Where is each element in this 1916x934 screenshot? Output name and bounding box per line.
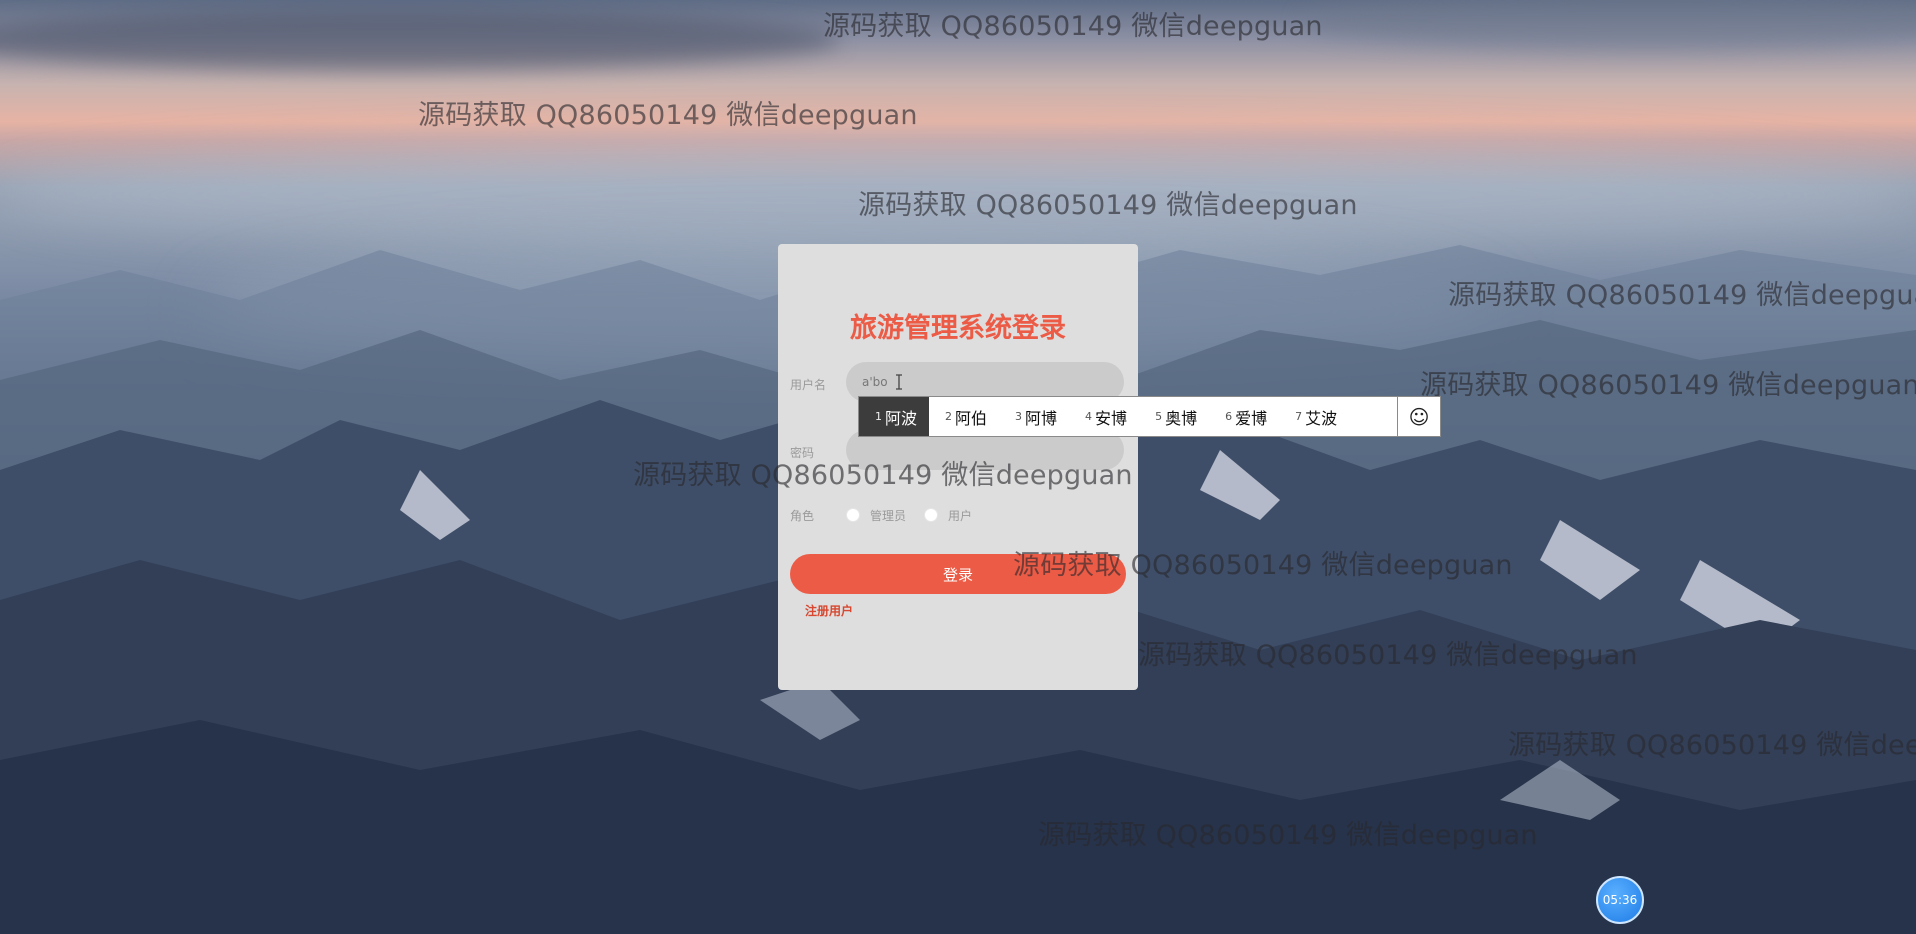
watermark-text: 源码获取 QQ86050149 微信deepguan [1138,640,1638,671]
watermark-text: 源码获取 QQ86050149 微信deepguan [1013,550,1513,581]
watermark-text: 源码获取 QQ86050149 微信deepguan [418,100,918,131]
role-label: 角色 [790,509,815,523]
smiley-face-icon[interactable]: ☺ [1397,397,1440,436]
ime-candidate[interactable]: 3 阿博 [999,397,1069,436]
ime-candidate[interactable]: 2 阿伯 [929,397,999,436]
watermark-text: 源码获取 QQ86050149 微信deepguan [1508,730,1916,761]
ime-candidate-bar: 1 阿波 2 阿伯 3 阿博 4 安博 5 奥博 6 爱博 7 艾波 ☺ [858,396,1441,437]
watermark-text: 源码获取 QQ86050149 微信deepguan [1038,820,1538,851]
watermark-text: 源码获取 QQ86050149 微信deepguan [1448,280,1916,311]
watermark-text: 源码获取 QQ86050149 微信deepguan [633,460,1133,491]
watermark-text: 源码获取 QQ86050149 微信deepguan [1420,370,1916,401]
text-cursor-icon [896,374,902,390]
login-title: 旅游管理系统登录 [850,313,1066,344]
ime-candidate[interactable]: 7 艾波 [1279,397,1349,436]
role-admin-label: 管理员 [870,509,907,523]
role-user-radio[interactable] [924,508,938,522]
floating-clock-badge[interactable]: 05:36 [1596,876,1644,924]
ime-candidate[interactable]: 5 奥博 [1139,397,1209,436]
watermark-text: 源码获取 QQ86050149 微信deepguan [823,11,1323,42]
register-link[interactable]: 注册用户 [805,602,853,619]
ime-candidate[interactable]: 1 阿波 [859,397,930,436]
role-user-label: 用户 [948,509,973,523]
ime-candidate[interactable]: 4 安博 [1069,397,1139,436]
username-label: 用户名 [790,378,827,392]
role-admin-radio[interactable] [846,508,860,522]
watermark-text: 源码获取 QQ86050149 微信deepguan [858,190,1358,221]
ime-candidate[interactable]: 6 爱博 [1209,397,1279,436]
